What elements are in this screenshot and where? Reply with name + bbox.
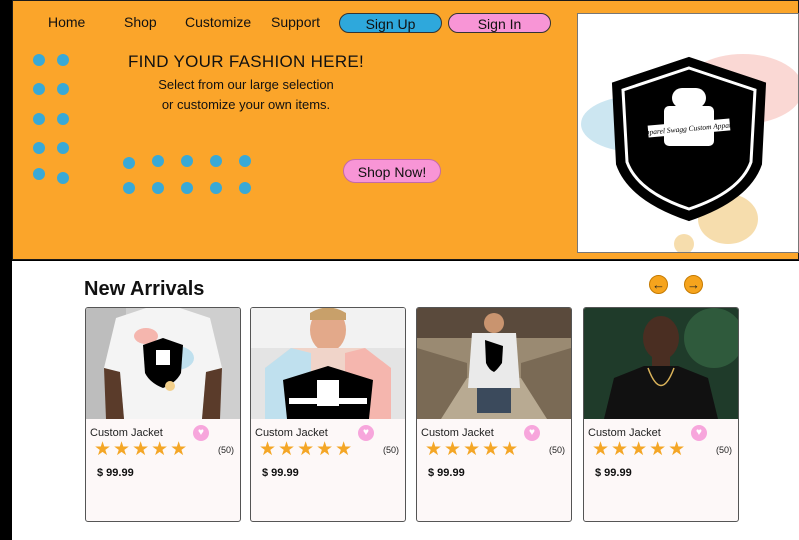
sign-in-button[interactable]: Sign In bbox=[448, 13, 551, 33]
nav-shop[interactable]: Shop bbox=[124, 14, 157, 30]
product-card[interactable]: Custom Jacket ♥ ★★★★★ (50) $ 99.99 bbox=[250, 307, 406, 522]
arrow-right-icon[interactable]: → bbox=[684, 275, 703, 294]
heart-icon[interactable]: ♥ bbox=[193, 425, 209, 441]
section-title: New Arrivals bbox=[84, 278, 205, 300]
product-card[interactable]: Custom Jacket ♥ ★★★★★ (50) $ 99.99 bbox=[583, 307, 739, 522]
heart-icon[interactable]: ♥ bbox=[524, 425, 540, 441]
product-card[interactable]: Custom Jacket ♥ ★★★★★ (50) $ 99.99 bbox=[85, 307, 241, 522]
product-image bbox=[86, 308, 240, 419]
top-nav: Home Shop Customize Support Sign Up Sign… bbox=[13, 1, 573, 41]
review-count: (50) bbox=[716, 445, 733, 455]
review-count: (50) bbox=[218, 445, 235, 455]
product-price: $ 99.99 bbox=[262, 467, 299, 479]
hero-banner: Home Shop Customize Support Sign Up Sign… bbox=[12, 0, 799, 260]
sign-up-button[interactable]: Sign Up bbox=[339, 13, 442, 33]
rating-stars: ★★★★★ bbox=[425, 439, 521, 460]
product-card[interactable]: Custom Jacket ♥ ★★★★★ (50) $ 99.99 bbox=[416, 307, 572, 522]
product-image bbox=[584, 308, 738, 419]
new-arrivals-section: New Arrivals ← → Custom Jacket ♥ ★★★★★ (… bbox=[12, 261, 799, 540]
heart-icon[interactable]: ♥ bbox=[358, 425, 374, 441]
product-price: $ 99.99 bbox=[97, 467, 134, 479]
hero-title: FIND YOUR FASHION HERE! bbox=[127, 52, 365, 71]
shop-now-button[interactable]: Shop Now! bbox=[343, 159, 441, 183]
brand-logo-panel: Apparel Swagg Custom Apparel bbox=[577, 13, 799, 253]
heart-icon[interactable]: ♥ bbox=[691, 425, 707, 441]
hero-subtitle-line2: or customize your own items. bbox=[161, 97, 331, 112]
rating-stars: ★★★★★ bbox=[259, 439, 355, 460]
product-price: $ 99.99 bbox=[428, 467, 465, 479]
hero-subtitle-line1: Select from our large selection bbox=[158, 77, 334, 92]
product-image bbox=[251, 308, 405, 419]
rating-stars: ★★★★★ bbox=[94, 439, 190, 460]
nav-support[interactable]: Support bbox=[271, 14, 320, 30]
nav-home[interactable]: Home bbox=[48, 14, 85, 30]
review-count: (50) bbox=[383, 445, 400, 455]
arrow-left-icon[interactable]: ← bbox=[649, 275, 668, 294]
product-image bbox=[417, 308, 571, 419]
rating-stars: ★★★★★ bbox=[592, 439, 688, 460]
brand-logo: Apparel Swagg Custom Apparel bbox=[581, 54, 798, 252]
product-price: $ 99.99 bbox=[595, 467, 632, 479]
review-count: (50) bbox=[549, 445, 566, 455]
nav-customize[interactable]: Customize bbox=[185, 14, 251, 30]
